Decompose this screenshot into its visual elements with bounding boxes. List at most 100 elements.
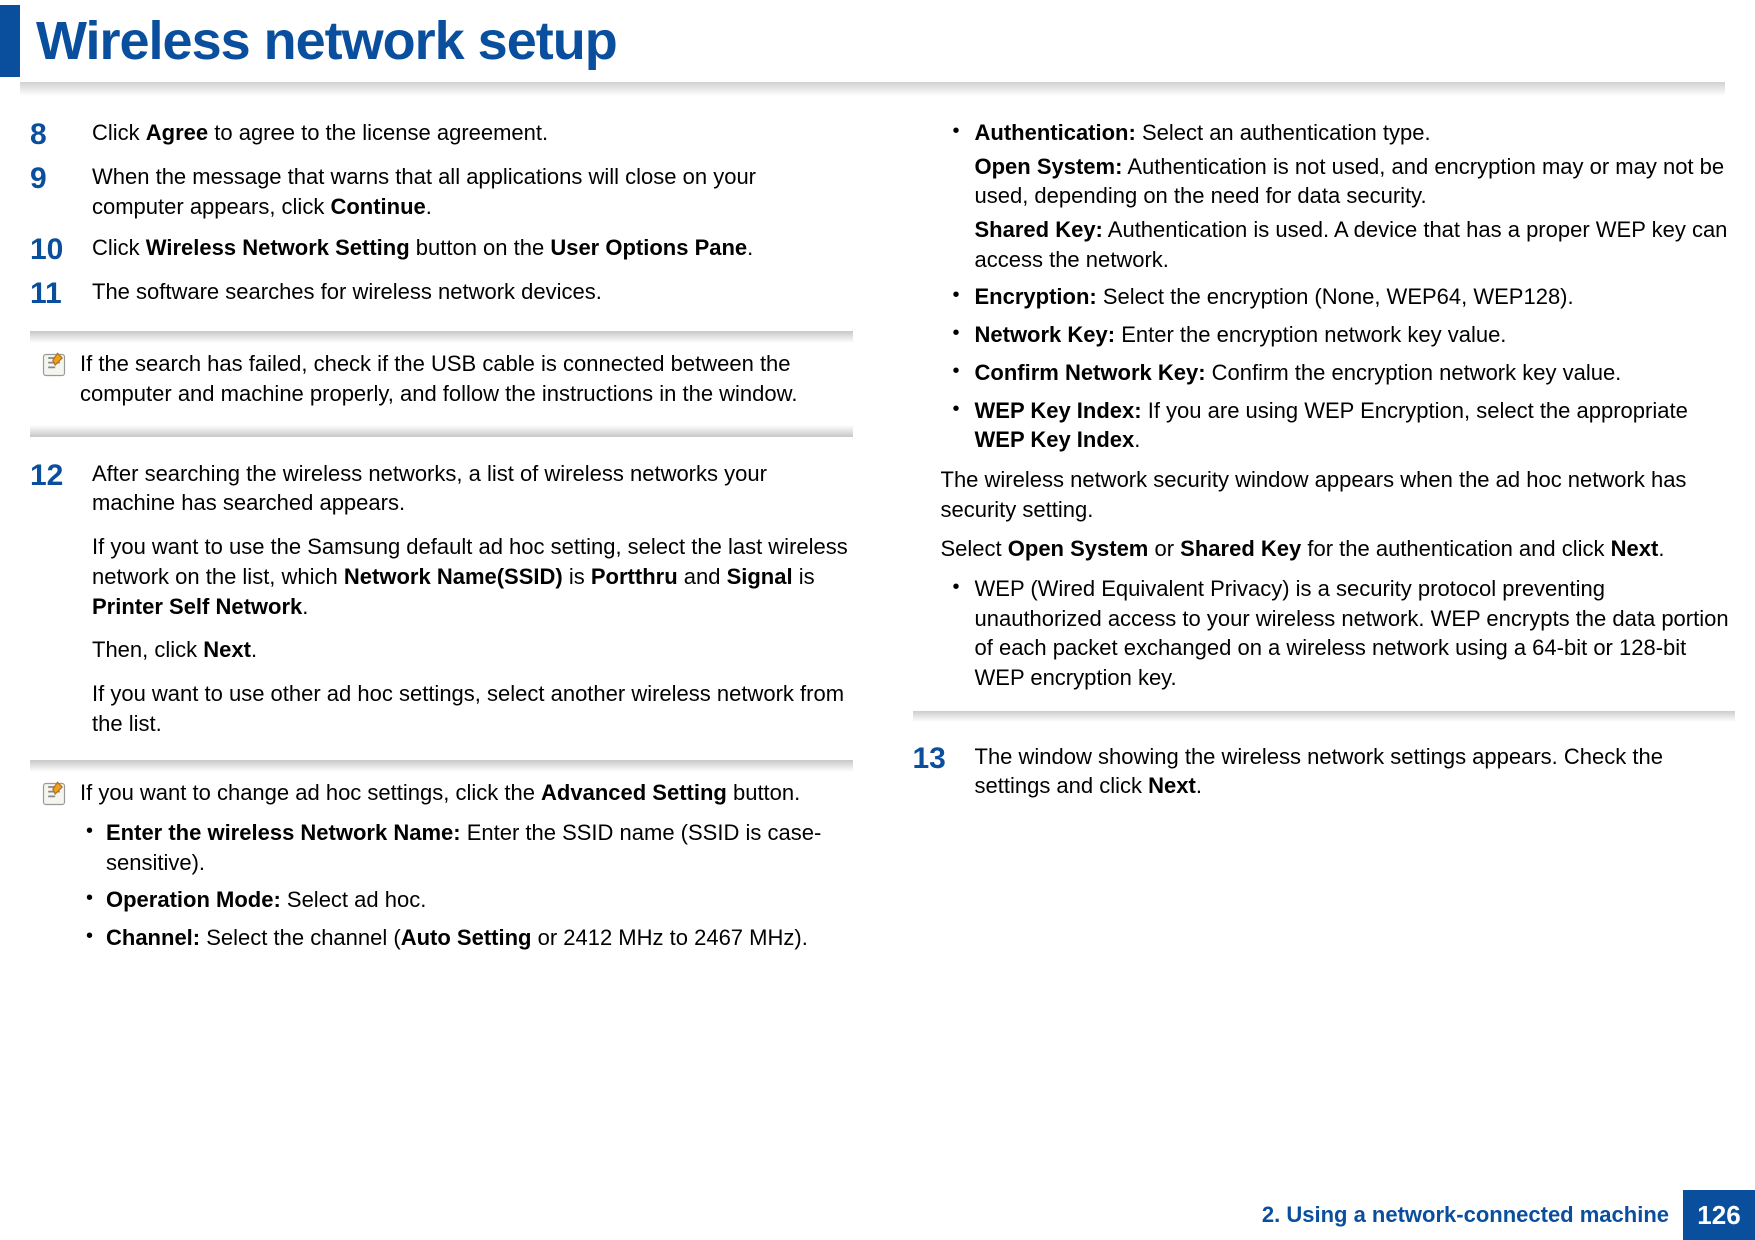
bold-text: Continue [330,194,425,219]
text: If you want to change ad hoc settings, c… [80,780,541,805]
page-footer: 2. Using a network-connected machine 126 [1262,1190,1755,1240]
text: . [1658,536,1664,561]
step-number: 9 [30,162,92,221]
note-divider-top [30,331,853,343]
step-8: 8 Click Agree to agree to the license ag… [30,118,853,150]
text: Select an authentication type. [1136,120,1431,145]
bold-text: Next [1611,536,1659,561]
right-column: Authentication: Select an authentication… [913,118,1736,989]
bold-text: Auto Setting [401,925,532,950]
text: to agree to the license agreement. [208,120,548,145]
text: Select the channel ( [200,925,401,950]
list-item-wep-key-index: WEP Key Index: If you are using WEP Encr… [941,396,1736,455]
bold-text: Confirm Network Key: [975,360,1206,385]
step-11: 11 The software searches for wireless ne… [30,277,853,309]
page-title: Wireless network setup [36,10,617,72]
note-content: If the search has failed, check if the U… [30,343,853,424]
bold-text: User Options Pane [550,235,747,260]
text: The software searches for wireless netwo… [92,277,853,307]
bold-text: Encryption: [975,284,1097,309]
text: and [678,564,727,589]
note-divider-top [30,760,853,772]
text: . [426,194,432,219]
bold-text: Network Key: [975,322,1116,347]
step-body: The window showing the wireless network … [975,742,1736,801]
bold-text: Enter the wireless Network Name: [106,820,461,845]
list-item-encryption: Encryption: Select the encryption (None,… [941,282,1736,312]
settings-bullet-list: Authentication: Select an authentication… [941,118,1736,455]
paragraph: The wireless network security window app… [941,465,1736,524]
step-number: 10 [30,233,92,265]
text: . [1134,427,1140,452]
bold-text: Wireless Network Setting [146,235,410,260]
text: If the search has failed, check if the U… [80,349,843,408]
bold-text: Open System: [975,154,1123,179]
text: button on the [410,235,551,260]
step-body: Click Wireless Network Setting button on… [92,233,853,265]
text: Then, click [92,637,203,662]
step-number: 13 [913,742,975,801]
bold-text: Signal [727,564,793,589]
text: Click [92,120,146,145]
footer-page-number: 126 [1683,1190,1755,1240]
page-header: Wireless network setup [0,0,1755,82]
text: Enter the encryption network key value. [1115,322,1506,347]
wep-bullet-list: WEP (Wired Equivalent Privacy) is a secu… [941,574,1736,693]
content-area: 8 Click Agree to agree to the license ag… [0,102,1755,989]
bold-text: Next [203,637,251,662]
text: or [1148,536,1180,561]
text: for the authentication and click [1301,536,1610,561]
step-body: After searching the wireless networks, a… [92,459,853,739]
text: button. [727,780,800,805]
bold-text: Authentication: [975,120,1136,145]
text: If you are using WEP Encryption, select … [1142,398,1688,423]
step-12: 12 After searching the wireless networks… [30,459,853,739]
note-box-1: If the search has failed, check if the U… [30,331,853,436]
step-13: 13 The window showing the wireless netwo… [913,742,1736,801]
text: After searching the wireless networks, a… [92,459,853,518]
note-text: If the search has failed, check if the U… [80,349,843,418]
note-divider-bottom [30,425,853,437]
note-content: If you want to change ad hoc settings, c… [30,772,853,966]
list-item-wep-info: WEP (Wired Equivalent Privacy) is a secu… [941,574,1736,693]
bold-text: WEP Key Index [975,427,1135,452]
header-accent-block [0,5,20,77]
text: is [793,564,815,589]
step-body: The software searches for wireless netwo… [92,277,853,309]
text: Select [941,536,1008,561]
text: is [563,564,591,589]
text: Click [92,235,146,260]
text: . [1196,773,1202,798]
text: . [747,235,753,260]
bold-text: Shared Key [1180,536,1301,561]
bold-text: Agree [146,120,208,145]
text: Confirm the encryption network key value… [1206,360,1622,385]
note-icon [40,778,80,960]
bold-text: Advanced Setting [541,780,727,805]
bold-text: Shared Key: [975,217,1103,242]
bold-text: Printer Self Network [92,594,302,619]
text: If you want to use other ad hoc settings… [92,679,853,738]
step-10: 10 Click Wireless Network Setting button… [30,233,853,265]
bold-text: Open System [1008,536,1149,561]
bold-text: Next [1148,773,1196,798]
list-item-network-key: Network Key: Enter the encryption networ… [941,320,1736,350]
text: . [251,637,257,662]
left-column: 8 Click Agree to agree to the license ag… [30,118,853,989]
text: . [302,594,308,619]
text: or 2412 MHz to 2467 MHz). [531,925,807,950]
note-text: If you want to change ad hoc settings, c… [80,778,843,960]
note-box-2: If you want to change ad hoc settings, c… [30,760,853,966]
bold-text: Channel: [106,925,200,950]
list-item: Channel: Select the channel (Auto Settin… [80,923,843,953]
text: The window showing the wireless network … [975,744,1663,799]
bold-text: Operation Mode: [106,887,281,912]
text: Select ad hoc. [281,887,427,912]
step-number: 11 [30,277,92,309]
section-divider [913,711,1736,722]
step-body: When the message that warns that all app… [92,162,853,221]
list-item: Operation Mode: Select ad hoc. [80,885,843,915]
list-item-authentication: Authentication: Select an authentication… [941,118,1736,274]
bold-text: Portthru [591,564,678,589]
note-icon [40,349,80,418]
